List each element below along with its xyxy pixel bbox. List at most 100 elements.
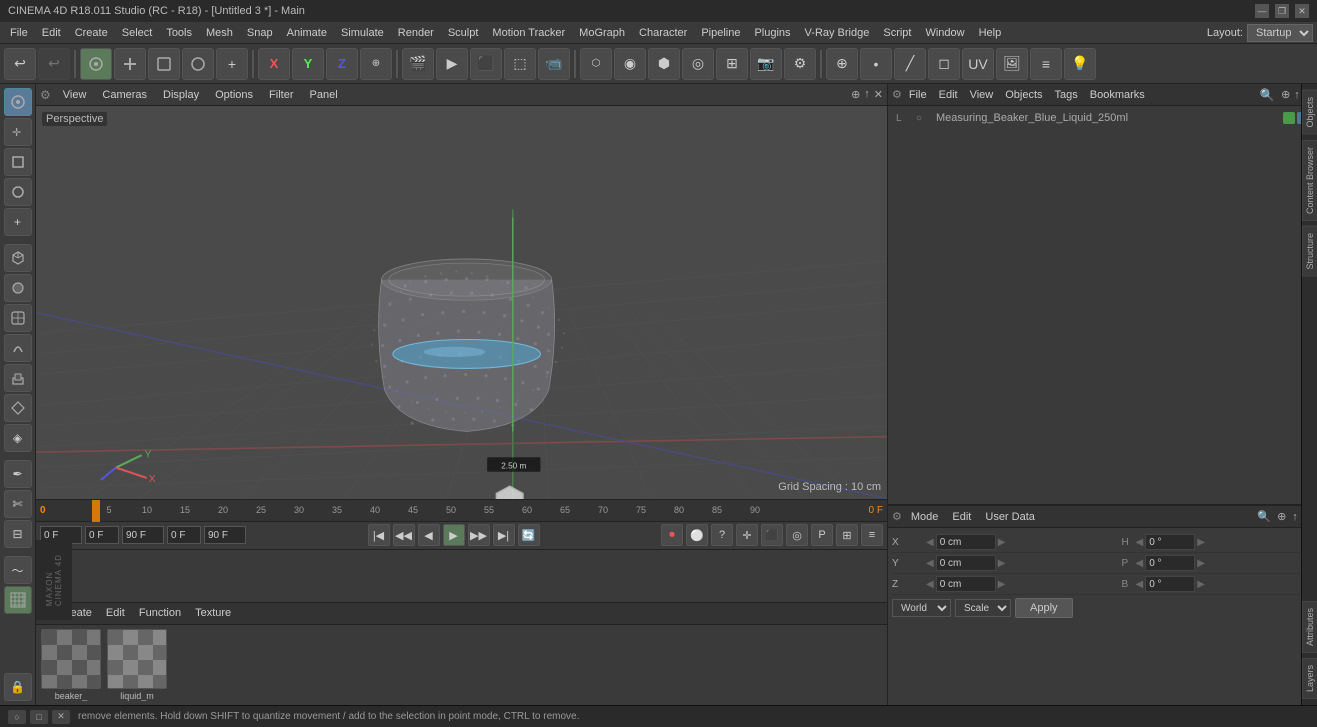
motion-key-button[interactable]: ⬛ [761, 524, 783, 546]
attr-x-pos-dec[interactable]: ◀ [926, 537, 934, 548]
mat-texture-menu[interactable]: Texture [190, 605, 236, 621]
obj-add-icon[interactable]: ↑ [1294, 89, 1300, 101]
expand-button[interactable]: ◎ [682, 48, 714, 80]
viewport-3d[interactable]: Perspective Grid Spacing : 10 cm [36, 106, 887, 499]
menu-help[interactable]: Help [973, 25, 1008, 41]
undo-button[interactable]: ↩ [4, 48, 36, 80]
uvw-button[interactable]: UV [962, 48, 994, 80]
obj-objects-menu[interactable]: Objects [1000, 87, 1047, 103]
attr-h-inc[interactable]: ▶ [1197, 537, 1205, 548]
vp-maximize-icon[interactable]: ⊕ [851, 88, 860, 101]
world-button[interactable]: ⊕ [360, 48, 392, 80]
attr-p-input[interactable] [1145, 555, 1195, 571]
attr-y-pos-inc[interactable]: ▶ [998, 558, 1006, 569]
obj-settings2-icon[interactable]: ⊕ [1281, 88, 1290, 101]
poly-button[interactable]: ◻ [928, 48, 960, 80]
vtab-attributes[interactable]: Attributes [1302, 601, 1317, 653]
menu-file[interactable]: File [4, 25, 34, 41]
vp-close-icon[interactable]: ✕ [874, 88, 883, 101]
attr-y-pos-dec[interactable]: ◀ [926, 558, 934, 569]
attr-p-inc[interactable]: ▶ [1197, 558, 1205, 569]
status-icon-square[interactable]: □ [30, 710, 48, 724]
sidebar-loft-btn[interactable] [4, 394, 32, 422]
sidebar-extrude-btn[interactable] [4, 364, 32, 392]
transform-button[interactable]: ≡ [1030, 48, 1062, 80]
sidebar-sphere-btn[interactable] [4, 274, 32, 302]
go-to-start-button[interactable]: |◀ [368, 524, 390, 546]
render-ir-button[interactable]: ⬚ [504, 48, 536, 80]
attr-b-inc[interactable]: ▶ [1197, 579, 1205, 590]
menu-create[interactable]: Create [69, 25, 114, 41]
maximize-button[interactable]: ❐ [1275, 4, 1289, 18]
sidebar-lock-btn[interactable]: 🔒 [4, 673, 32, 701]
layout-select[interactable]: Layout: Startup [1207, 24, 1313, 42]
scale-button[interactable]: + [216, 48, 248, 80]
add-button[interactable] [114, 48, 146, 80]
attr-mode-menu[interactable]: Mode [906, 509, 944, 525]
motion-system-button[interactable]: ✛ [736, 524, 758, 546]
vtab-objects[interactable]: Objects [1302, 90, 1317, 135]
obj-file-menu[interactable]: File [904, 87, 932, 103]
world-dropdown[interactable]: World Object [892, 599, 951, 617]
sidebar-loop-btn[interactable]: ⊟ [4, 520, 32, 548]
menu-mesh[interactable]: Mesh [200, 25, 239, 41]
end-frame-input[interactable] [122, 526, 164, 544]
sidebar-patch-btn[interactable] [4, 304, 32, 332]
view-cube-button[interactable]: ⬡ [580, 48, 612, 80]
menu-edit[interactable]: Edit [36, 25, 67, 41]
vtab-layers[interactable]: Layers [1302, 658, 1317, 699]
menu-plugins[interactable]: Plugins [748, 25, 796, 41]
render-preview-button[interactable]: 🎬 [402, 48, 434, 80]
attr-b-dec[interactable]: ◀ [1136, 579, 1144, 590]
status-icon-x[interactable]: ✕ [52, 710, 70, 724]
sidebar-cursor-btn[interactable] [4, 88, 32, 116]
material-item-beaker[interactable]: beaker_ [40, 629, 102, 701]
sidebar-knife-btn[interactable]: ✄ [4, 490, 32, 518]
title-bar-controls[interactable]: — ❐ ✕ [1255, 4, 1309, 18]
sidebar-transform-btn[interactable]: + [4, 208, 32, 236]
sidebar-move-btn[interactable]: ✛ [4, 118, 32, 146]
keyframe-all-button[interactable]: ? [711, 524, 733, 546]
camera-button[interactable]: 📷 [750, 48, 782, 80]
vp-view-menu[interactable]: View [59, 87, 91, 103]
vtab-content-browser[interactable]: Content Browser [1302, 140, 1317, 221]
subdivide-button[interactable]: ⬢ [648, 48, 680, 80]
menu-select[interactable]: Select [116, 25, 159, 41]
obj-tags-menu[interactable]: Tags [1050, 87, 1083, 103]
attr-p-dec[interactable]: ◀ [1136, 558, 1144, 569]
menu-animate[interactable]: Animate [281, 25, 333, 41]
step-back-button[interactable]: ◀◀ [393, 524, 415, 546]
render-region-button[interactable]: ⬛ [470, 48, 502, 80]
attr-y-pos-input[interactable] [936, 555, 996, 571]
loop-button[interactable]: 🔄 [518, 524, 540, 546]
move-button[interactable] [148, 48, 180, 80]
timeline-ruler[interactable]: 0 5 10 15 20 25 30 35 40 45 50 55 60 65 … [36, 500, 887, 522]
redo-button[interactable]: ↩ [38, 48, 70, 80]
menu-render[interactable]: Render [392, 25, 440, 41]
menu-motion-tracker[interactable]: Motion Tracker [486, 25, 571, 41]
render-view-button[interactable]: ▶ [436, 48, 468, 80]
timeline-view-button[interactable]: ≡ [861, 524, 883, 546]
menu-tools[interactable]: Tools [160, 25, 198, 41]
obj-item-beaker[interactable]: L ○ Measuring_Beaker_Blue_Liquid_250ml [892, 110, 1313, 126]
start-frame-input[interactable] [85, 526, 119, 544]
obj-dot-editor[interactable] [1283, 112, 1295, 124]
layout-dropdown[interactable]: Startup [1247, 24, 1313, 42]
sidebar-scale-btn[interactable] [4, 148, 32, 176]
sidebar-cube-btn[interactable] [4, 244, 32, 272]
sidebar-grid-btn[interactable] [4, 586, 32, 614]
menu-sculpt[interactable]: Sculpt [442, 25, 485, 41]
attr-search-icon[interactable]: 🔍 [1257, 510, 1271, 523]
motion-grid-button[interactable]: ⊞ [836, 524, 858, 546]
settings-button[interactable]: ⚙ [784, 48, 816, 80]
point-button[interactable]: • [860, 48, 892, 80]
vtab-structure[interactable]: Structure [1302, 226, 1317, 277]
material-item-liquid[interactable]: liquid_m [106, 629, 168, 701]
texture-button[interactable]: 🖼 [996, 48, 1028, 80]
scale-dropdown[interactable]: Scale [955, 599, 1011, 617]
sidebar-rotate-btn[interactable] [4, 178, 32, 206]
attr-x-pos-inc[interactable]: ▶ [998, 537, 1006, 548]
menu-window[interactable]: Window [919, 25, 970, 41]
vp-display-menu[interactable]: Display [159, 87, 203, 103]
attr-z-pos-dec[interactable]: ◀ [926, 579, 934, 590]
